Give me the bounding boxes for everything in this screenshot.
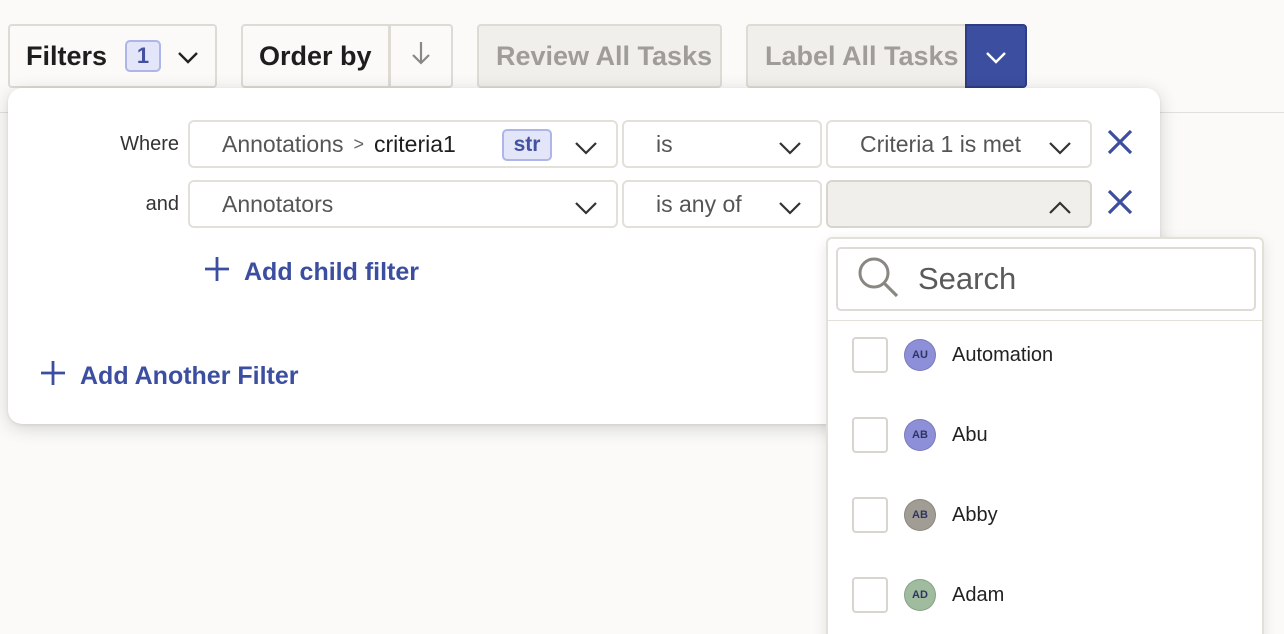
remove-filter-button[interactable] xyxy=(1104,128,1136,160)
filters-count-badge: 1 xyxy=(125,40,162,72)
avatar: AD xyxy=(904,579,936,611)
chevron-down-icon xyxy=(1048,135,1072,162)
chevron-up-icon xyxy=(1048,195,1072,222)
order-by-button[interactable]: Order by xyxy=(241,24,390,88)
avatar: AU xyxy=(904,339,936,371)
annotator-options-dropdown: AU Automation AB Abu AB Abby AD Adam xyxy=(826,237,1264,634)
label-all-tasks-dropdown-button[interactable] xyxy=(965,24,1027,88)
field-name-label: Annotators xyxy=(222,190,334,217)
option-label: Automation xyxy=(952,343,1054,366)
label-all-tasks-label: Label All Tasks xyxy=(765,40,959,71)
filter-row-connector: and xyxy=(145,193,179,215)
sort-direction-button[interactable] xyxy=(389,24,453,88)
filter-row-connector: Where xyxy=(120,133,179,155)
option-checkbox[interactable] xyxy=(852,417,888,453)
chevron-down-icon xyxy=(574,195,598,222)
chevron-down-icon xyxy=(985,41,1007,72)
label-all-tasks-button[interactable]: Label All Tasks xyxy=(746,24,967,88)
filter-operator-select[interactable]: is xyxy=(622,120,822,168)
close-icon xyxy=(1106,128,1134,161)
filters-button[interactable]: Filters 1 xyxy=(8,24,217,88)
field-name-label: criteria1 xyxy=(374,130,456,157)
arrow-down-icon xyxy=(411,40,431,73)
value-label: Criteria 1 is met xyxy=(860,130,1022,157)
filter-operator-select[interactable]: is any of xyxy=(622,180,822,228)
filters-label: Filters xyxy=(26,40,108,71)
operator-label: is xyxy=(656,130,673,157)
option-checkbox[interactable] xyxy=(852,497,888,533)
chevron-down-icon xyxy=(778,135,802,162)
review-all-tasks-label: Review All Tasks xyxy=(496,40,713,71)
close-icon xyxy=(1106,188,1134,221)
option-label: Adam xyxy=(952,583,1005,606)
option-label: Abu xyxy=(952,423,988,446)
add-another-filter-label: Add Another Filter xyxy=(80,362,299,390)
order-by-label: Order by xyxy=(259,40,372,71)
field-parent-label: Annotations xyxy=(222,130,344,157)
option-checkbox[interactable] xyxy=(852,337,888,373)
remove-filter-button[interactable] xyxy=(1104,188,1136,220)
option-label: Abby xyxy=(952,503,998,526)
add-child-filter-label: Add child filter xyxy=(244,258,419,286)
chevron-down-icon xyxy=(177,41,199,72)
filter-value-select[interactable] xyxy=(826,180,1092,228)
avatar: AB xyxy=(904,499,936,531)
add-another-filter-link[interactable]: Add Another Filter xyxy=(40,360,299,393)
filter-field-select[interactable]: Annotators xyxy=(188,180,618,228)
chevron-down-icon xyxy=(778,195,802,222)
operator-label: is any of xyxy=(656,190,742,217)
search-icon xyxy=(856,255,900,304)
annotator-search[interactable] xyxy=(836,247,1256,311)
search-input[interactable] xyxy=(918,261,1218,297)
annotator-option[interactable]: AD Adam xyxy=(828,555,1262,634)
field-separator: > xyxy=(353,133,364,154)
field-type-badge: str xyxy=(502,129,552,161)
annotator-option[interactable]: AB Abu xyxy=(828,395,1262,475)
plus-icon xyxy=(204,256,230,289)
chevron-down-icon xyxy=(574,135,598,162)
filter-field-select[interactable]: Annotations > criteria1 str xyxy=(188,120,618,168)
annotator-option[interactable]: AU Automation xyxy=(828,315,1262,395)
add-child-filter-link[interactable]: Add child filter xyxy=(204,256,419,289)
avatar: AB xyxy=(904,419,936,451)
option-checkbox[interactable] xyxy=(852,577,888,613)
filter-value-select[interactable]: Criteria 1 is met xyxy=(826,120,1092,168)
annotator-option[interactable]: AB Abby xyxy=(828,475,1262,555)
plus-icon xyxy=(40,360,66,393)
review-all-tasks-button[interactable]: Review All Tasks xyxy=(477,24,722,88)
